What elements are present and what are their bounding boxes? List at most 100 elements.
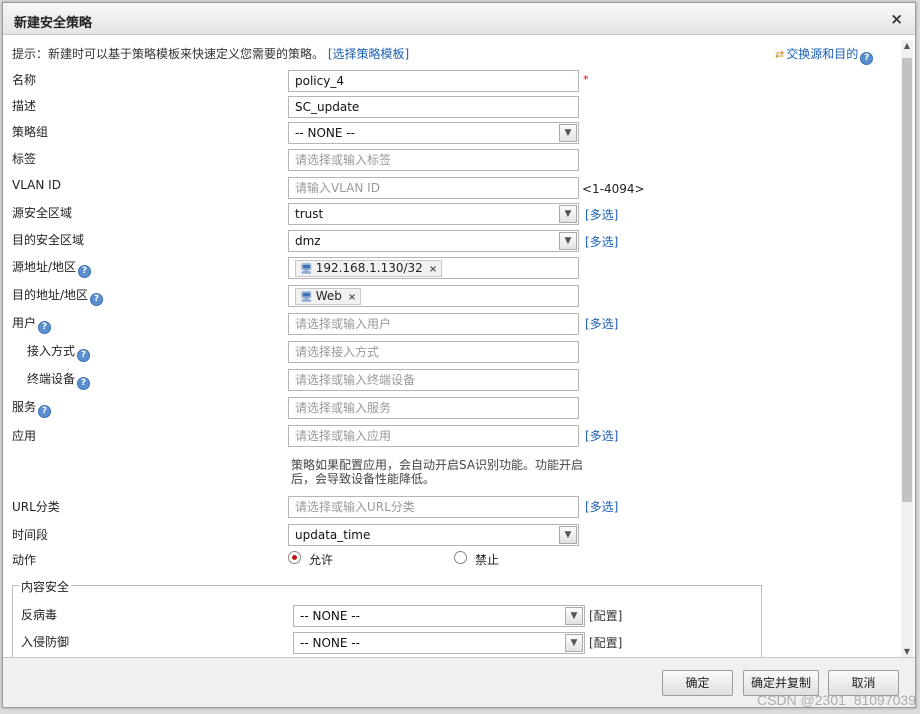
vlan-id-input[interactable]: 请输入VLAN ID	[288, 177, 579, 199]
allow-radio-label[interactable]: 允许	[309, 551, 333, 568]
ok-button[interactable]: 确定	[662, 670, 733, 696]
new-security-policy-dialog: 新建安全策略 × 提示：新建时可以基于策略模板来快速定义您需要的策略。 [选择策…	[2, 2, 916, 708]
policy-group-label: 策略组	[12, 125, 49, 139]
dst-zone-multiselect[interactable]: [多选]	[585, 233, 618, 250]
chevron-down-icon[interactable]: ▼	[559, 526, 577, 544]
antivirus-label: 反病毒	[21, 608, 58, 622]
chevron-down-icon[interactable]: ▼	[559, 205, 577, 223]
description-label: 描述	[12, 99, 37, 113]
src-addr-label: 源地址/地区?	[12, 258, 92, 278]
content-security-legend: 内容安全	[19, 578, 72, 595]
action-label: 动作	[12, 553, 37, 567]
scroll-up-icon[interactable]: ▲	[901, 40, 913, 52]
chevron-down-icon[interactable]: ▼	[559, 232, 577, 250]
url-category-input[interactable]: 请选择或输入URL分类	[288, 496, 579, 518]
terminal-label: 终端设备?	[27, 370, 91, 390]
url-category-label: URL分类	[12, 500, 60, 514]
help-icon[interactable]: ?	[77, 349, 91, 362]
policy-group-value: -- NONE --	[295, 126, 355, 140]
src-addr-tag: 🖥 192.168.1.130/32 ×	[295, 260, 443, 277]
user-label: 用户?	[12, 314, 52, 334]
close-icon[interactable]: ×	[890, 10, 903, 28]
description-input[interactable]: SC_update	[288, 96, 579, 118]
antivirus-config-link[interactable]: [配置]	[589, 607, 622, 624]
form-content: 提示：新建时可以基于策略模板来快速定义您需要的策略。 [选择策略模板] ⇄ 交换源…	[3, 36, 899, 658]
access-mode-label: 接入方式?	[27, 342, 91, 362]
src-zone-label: 源安全区域	[12, 206, 73, 220]
src-zone-multiselect[interactable]: [多选]	[585, 206, 618, 223]
name-label: 名称	[12, 73, 37, 87]
help-icon[interactable]: ?	[90, 293, 104, 306]
application-note-line-2: 后，会导致设备性能降低。	[291, 472, 436, 486]
application-note: 策略如果配置应用，会自动开启SA识别功能。功能开启 后，会导致设备性能降低。	[291, 458, 591, 486]
dst-addr-label-text: 目的地址/地区	[12, 288, 89, 302]
deny-radio-label[interactable]: 禁止	[475, 551, 499, 568]
select-template-link[interactable]: [选择策略模板]	[328, 47, 409, 61]
hint-message: 提示：新建时可以基于策略模板来快速定义您需要的策略。	[12, 47, 325, 61]
ips-value: -- NONE --	[300, 636, 360, 650]
dialog-title: 新建安全策略	[14, 16, 93, 31]
access-mode-input[interactable]: 请选择接入方式	[288, 341, 579, 363]
user-multiselect[interactable]: [多选]	[585, 315, 618, 332]
user-input[interactable]: 请选择或输入用户	[288, 313, 579, 335]
deny-radio[interactable]	[454, 551, 467, 564]
chevron-down-icon[interactable]: ▼	[565, 634, 583, 652]
dst-addr-input[interactable]: 🖥 Web ×	[288, 285, 579, 307]
computer-icon: 🖥	[300, 292, 313, 303]
src-zone-value: trust	[295, 207, 324, 221]
dst-addr-tag: 🖥 Web ×	[295, 288, 362, 305]
time-range-label: 时间段	[12, 528, 49, 542]
chevron-down-icon[interactable]: ▼	[559, 124, 577, 142]
antivirus-value: -- NONE --	[300, 609, 360, 623]
remove-tag-icon[interactable]: ×	[348, 292, 356, 303]
vertical-scrollbar[interactable]: ▲ ▼	[901, 40, 913, 658]
required-mark: *	[583, 73, 589, 86]
ips-select[interactable]: -- NONE -- ▼	[293, 632, 585, 654]
dst-zone-value: dmz	[295, 234, 321, 248]
dst-zone-label: 目的安全区域	[12, 233, 85, 247]
dst-zone-select[interactable]: dmz ▼	[288, 230, 579, 252]
swap-src-dst-link[interactable]: ⇄ 交换源和目的?	[775, 45, 874, 65]
src-addr-input[interactable]: 🖥 192.168.1.130/32 ×	[288, 257, 579, 279]
help-icon[interactable]: ?	[78, 265, 92, 278]
url-category-multiselect[interactable]: [多选]	[585, 498, 618, 515]
chevron-down-icon[interactable]: ▼	[565, 607, 583, 625]
src-addr-tag-text: 192.168.1.130/32	[315, 261, 423, 275]
vlan-id-label: VLAN ID	[12, 178, 61, 192]
application-multiselect[interactable]: [多选]	[585, 427, 618, 444]
remove-tag-icon[interactable]: ×	[429, 264, 437, 275]
help-icon[interactable]: ?	[38, 321, 52, 334]
name-input[interactable]: policy_4	[288, 70, 579, 92]
src-zone-select[interactable]: trust ▼	[288, 203, 579, 225]
ips-label: 入侵防御	[21, 635, 70, 649]
antivirus-select[interactable]: -- NONE -- ▼	[293, 605, 585, 627]
access-mode-label-text: 接入方式	[27, 344, 76, 358]
time-range-select[interactable]: updata_time ▼	[288, 524, 579, 546]
help-icon[interactable]: ?	[77, 377, 91, 390]
src-addr-label-text: 源地址/地区	[12, 260, 77, 274]
computer-icon: 🖥	[300, 264, 313, 275]
application-note-line-1: 策略如果配置应用，会自动开启SA识别功能。功能开启	[291, 458, 584, 472]
terminal-input[interactable]: 请选择或输入终端设备	[288, 369, 579, 391]
service-input[interactable]: 请选择或输入服务	[288, 397, 579, 419]
dst-addr-label: 目的地址/地区?	[12, 286, 104, 306]
tag-label: 标签	[12, 152, 37, 166]
policy-group-select[interactable]: -- NONE -- ▼	[288, 122, 579, 144]
watermark: CSDN @2301_81097039	[757, 692, 916, 708]
dialog-titlebar[interactable]: 新建安全策略 ×	[3, 3, 915, 35]
swap-arrows-icon: ⇄	[775, 48, 785, 61]
application-label: 应用	[12, 429, 37, 443]
service-label: 服务?	[12, 398, 52, 418]
hint-text: 提示：新建时可以基于策略模板来快速定义您需要的策略。 [选择策略模板]	[12, 45, 409, 62]
content-security-group: 内容安全 反病毒 -- NONE -- ▼ [配置] 入侵防御 -- NONE …	[12, 578, 762, 658]
ips-config-link[interactable]: [配置]	[589, 634, 622, 651]
time-range-value: updata_time	[295, 528, 371, 542]
scrollbar-thumb[interactable]	[902, 58, 912, 502]
terminal-label-text: 终端设备	[27, 372, 76, 386]
application-input[interactable]: 请选择或输入应用	[288, 425, 579, 447]
user-label-text: 用户	[12, 316, 37, 330]
tag-input[interactable]: 请选择或输入标签	[288, 149, 579, 171]
help-icon[interactable]: ?	[860, 52, 874, 65]
help-icon[interactable]: ?	[38, 405, 52, 418]
allow-radio[interactable]	[288, 551, 301, 564]
